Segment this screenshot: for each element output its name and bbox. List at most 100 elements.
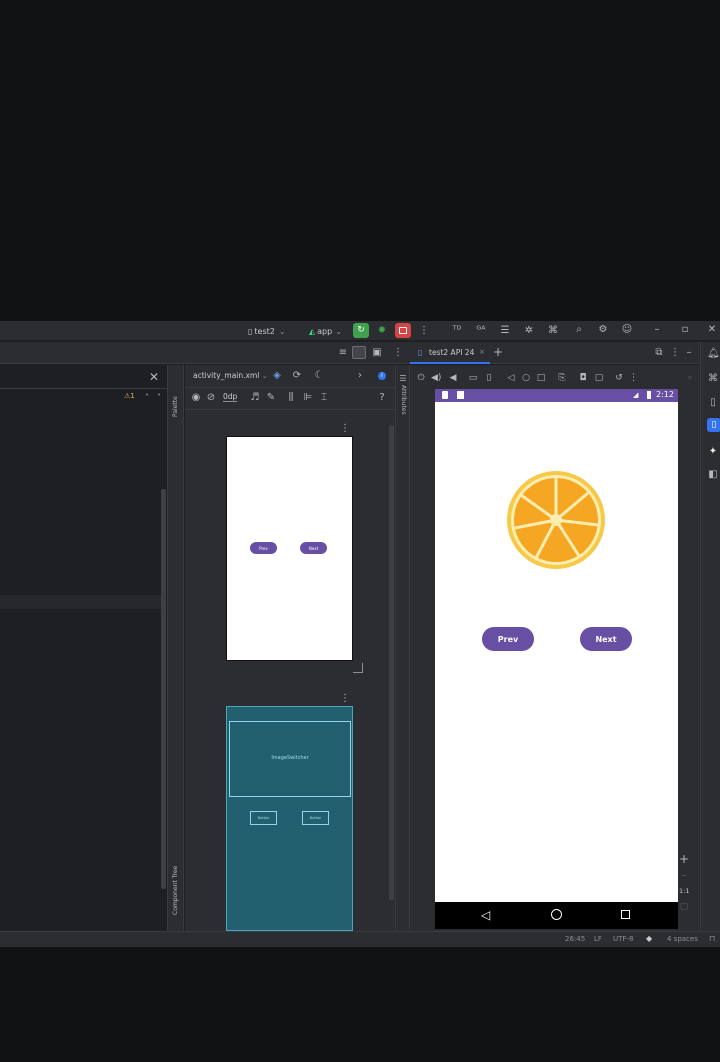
chevron-up-icon[interactable]: ˄ [143, 392, 151, 404]
attributes-icon[interactable]: ☰ [398, 373, 408, 385]
split-view-button[interactable] [352, 346, 366, 359]
file-encoding[interactable]: UTF-8 [613, 935, 633, 943]
scrollbar[interactable] [161, 489, 166, 889]
pack-icon[interactable]: ⫼ [285, 392, 297, 404]
design-preview[interactable]: Prev Next [226, 436, 353, 661]
infer-constraints-icon[interactable]: ✎ [265, 392, 277, 404]
more-vertical-icon[interactable]: ⋮ [340, 693, 350, 705]
chevron-right-icon[interactable]: › [355, 370, 365, 382]
code-view-icon[interactable]: ≡ [338, 347, 348, 359]
warning-badge[interactable]: ⚠1 [124, 392, 135, 400]
minimize-icon[interactable]: – [650, 324, 664, 336]
zoom-in-icon[interactable]: + [678, 853, 690, 865]
palette-tab[interactable]: Palette [172, 396, 179, 417]
debug-icon[interactable]: ✹ [376, 325, 388, 337]
gradle-icon[interactable]: ⌘ [546, 325, 560, 337]
close-icon[interactable]: × [479, 348, 485, 356]
notifications-icon[interactable]: 🔔︎ [707, 348, 720, 360]
eye-icon[interactable]: ◉ [190, 392, 202, 404]
line-ending[interactable]: LF [594, 935, 602, 943]
running-devices-icon[interactable]: ▯ [707, 418, 720, 432]
info-icon[interactable]: i [378, 372, 386, 380]
magnet-off-icon[interactable]: ⊘ [205, 392, 217, 404]
guidelines-icon[interactable]: ⌶ [318, 392, 330, 404]
screen-record-icon[interactable]: ▢ [593, 372, 605, 384]
power-icon[interactable]: ⏻ [416, 372, 426, 384]
external-window-icon[interactable]: ⧉ [653, 347, 665, 359]
stop-button[interactable] [395, 323, 411, 338]
close-icon[interactable]: ✕ [705, 324, 719, 336]
more-vertical-icon[interactable]: ⋮ [629, 372, 638, 384]
back-icon[interactable]: ◁ [506, 372, 516, 384]
fit-screen-icon[interactable]: ▢ [678, 901, 690, 913]
overview-icon[interactable]: □ [536, 372, 546, 384]
zoom-actual-size[interactable]: 1:1 [679, 887, 689, 895]
zoom-out-icon[interactable]: – [678, 870, 690, 882]
profiler-icon[interactable]: ᴳᴬ [474, 325, 488, 337]
blueprint-button-1[interactable]: Button [250, 811, 277, 825]
search-icon[interactable]: ⌕ [684, 372, 696, 384]
chevron-down-icon: ⌄ [335, 326, 342, 336]
run-config-selector[interactable]: ▯ test2 ⌄ [248, 321, 286, 341]
rotate-right-icon[interactable]: ▯ [484, 372, 494, 384]
indent-setting[interactable]: 4 spaces [667, 935, 698, 943]
next-button[interactable]: Next [580, 627, 632, 651]
minimize-icon[interactable]: – [684, 347, 694, 359]
clear-constraints-icon[interactable]: ♬ [249, 392, 261, 404]
chevron-down-icon[interactable]: ˅ [155, 392, 163, 404]
default-margin-field[interactable]: 0dp [223, 392, 238, 402]
nav-recents-icon[interactable] [621, 910, 630, 919]
component-tree-tab[interactable]: Component Tree [172, 866, 179, 915]
snapshot-icon[interactable]: ⎘ [556, 372, 568, 384]
caret-position[interactable]: 26:45 [565, 935, 585, 943]
prev-button[interactable]: Prev [482, 627, 534, 651]
device-manager-icon[interactable]: ☰ [498, 325, 512, 337]
tab-running-device[interactable]: ▯ test2 API 24 × [410, 342, 490, 364]
preview-prev-button[interactable]: Prev [250, 542, 277, 554]
device-manager-icon[interactable]: ▯ [707, 397, 719, 409]
translate-icon[interactable]: ᵀᴰ [450, 325, 464, 337]
search-icon[interactable]: ⌕ [572, 324, 586, 336]
blueprint-image-switcher[interactable]: ImageSwitcher [229, 721, 351, 797]
home-icon[interactable]: ○ [521, 372, 531, 384]
screenshot-icon[interactable]: ◘ [577, 372, 589, 384]
design-mode-icon[interactable]: ◈ [271, 370, 283, 382]
gradle-icon[interactable]: ⌘ [707, 373, 719, 385]
help-icon[interactable]: ? [377, 392, 387, 404]
gear-icon[interactable]: ⚙ [596, 324, 610, 336]
bug-icon[interactable]: ✲ [522, 325, 536, 337]
rerun-button[interactable]: ↻ [353, 323, 369, 338]
module-selector[interactable]: ◭ app ⌄ [309, 321, 342, 341]
layout-inspector-icon[interactable]: ◧ [707, 469, 719, 481]
android-studio-window: ▯ test2 ⌄ ◭ app ⌄ ↻ ✹ ⋮ ᵀᴰ ᴳᴬ ☰ ✲ ⌘ ⌕ ⚙ … [0, 321, 720, 947]
volume-up-icon[interactable]: ◀) [431, 372, 441, 384]
align-icon[interactable]: ⊫ [302, 392, 314, 404]
nav-home-icon[interactable] [551, 909, 562, 920]
undo-icon[interactable]: ↺ [613, 372, 625, 384]
blueprint-button-2[interactable]: Button [302, 811, 329, 825]
close-icon[interactable]: ✕ [148, 371, 160, 383]
gemini-icon[interactable]: ✦ [707, 446, 719, 458]
rotate-left-icon[interactable]: ▭ [468, 372, 478, 384]
design-view-icon[interactable]: ▣ [371, 347, 383, 359]
file-selector[interactable]: activity_main.xml ⌄ [193, 371, 268, 380]
resize-handle[interactable] [353, 663, 363, 673]
blueprint-preview[interactable]: ImageSwitcher Button Button [226, 706, 353, 931]
add-icon[interactable]: + [492, 346, 504, 358]
emulator-screen[interactable]: ◢ 2:12 Prev Next ◁ [435, 389, 678, 929]
more-vertical-icon[interactable]: ⋮ [340, 423, 350, 435]
attributes-tab[interactable]: Attributes [400, 385, 407, 415]
volume-down-icon[interactable]: ◀ [448, 372, 458, 384]
more-vertical-icon[interactable]: ⋮ [419, 325, 429, 337]
more-vertical-icon[interactable]: ⋮ [670, 347, 680, 359]
nav-back-icon[interactable]: ◁ [481, 908, 490, 922]
restore-icon[interactable]: ▫ [678, 324, 692, 336]
night-mode-icon[interactable]: ☾ [313, 370, 325, 382]
scrollbar[interactable] [389, 425, 394, 900]
more-vertical-icon[interactable]: ⋮ [393, 347, 403, 359]
account-icon[interactable]: ☺ [620, 324, 634, 336]
lock-icon[interactable]: ⊓ [709, 934, 715, 943]
orientation-icon[interactable]: ⟳ [291, 370, 303, 382]
preview-next-button[interactable]: Next [300, 542, 327, 554]
tag-icon[interactable]: ◆ [646, 934, 652, 943]
